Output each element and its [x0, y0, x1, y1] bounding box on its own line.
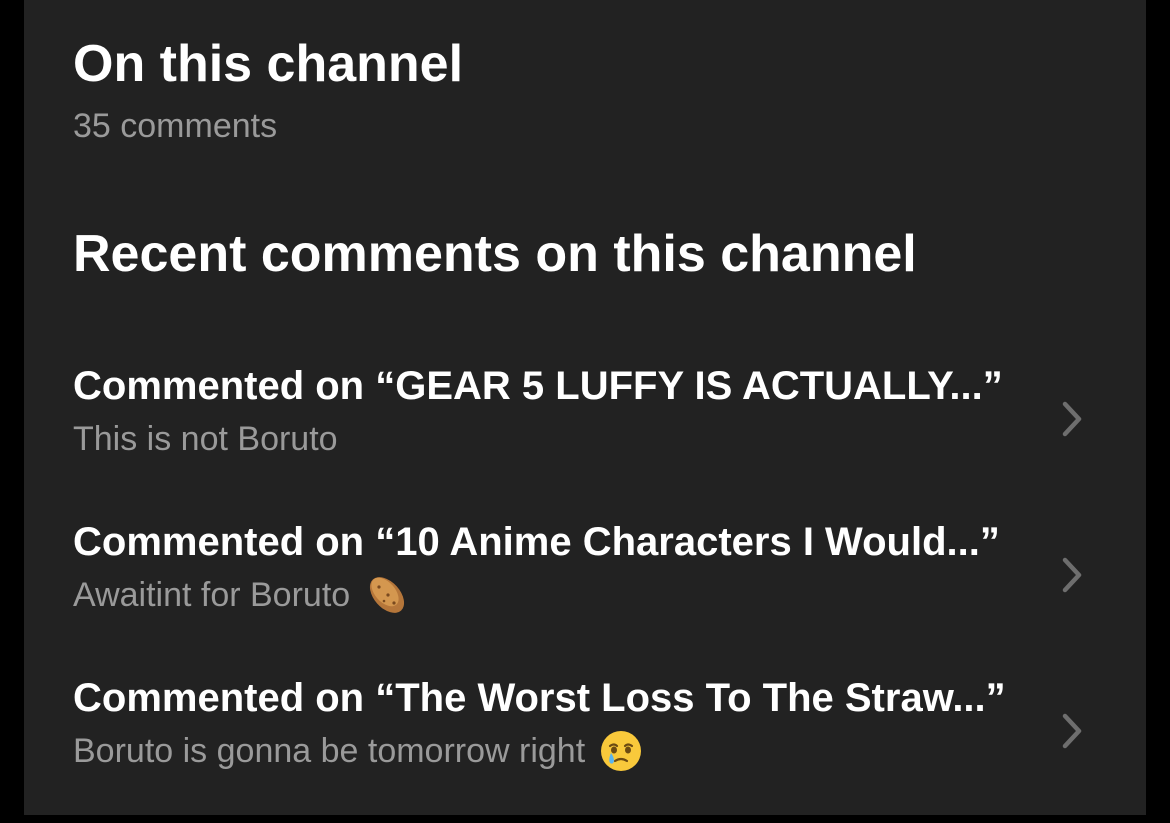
page-title: On this channel — [73, 35, 464, 93]
comment-heading: Commented on “The Worst Loss To The Stra… — [73, 676, 1006, 720]
comment-count: 35 comments — [73, 107, 278, 145]
comment-heading: Commented on “10 Anime Characters I Woul… — [73, 520, 1000, 564]
chevron-right-icon — [1062, 557, 1082, 593]
comment-text: This is not Boruto — [73, 420, 338, 458]
face-holding-back-tears-icon — [601, 731, 642, 771]
comment-row[interactable]: Commented on “10 Anime Characters I Woul… — [24, 517, 1146, 667]
comment-row[interactable]: Commented on “GEAR 5 LUFFY IS ACTUALLY..… — [24, 361, 1146, 511]
comment-text-wrap: Boruto is gonna be tomorrow right — [73, 729, 643, 773]
comment-heading: Commented on “GEAR 5 LUFFY IS ACTUALLY..… — [73, 364, 1003, 408]
comment-row[interactable]: Commented on “The Worst Loss To The Stra… — [24, 673, 1146, 823]
potato-icon — [370, 577, 405, 613]
channel-comments-panel: On this channel 35 comments Recent comme… — [24, 0, 1146, 815]
chevron-right-icon — [1062, 713, 1082, 749]
comment-text-wrap: Awaitint for Boruto — [73, 573, 410, 617]
comment-text-wrap: This is not Boruto — [73, 417, 338, 461]
comment-text: Boruto is gonna be tomorrow right — [73, 732, 586, 770]
recent-comments-title: Recent comments on this channel — [73, 225, 917, 283]
comment-text: Awaitint for Boruto — [73, 576, 351, 614]
chevron-right-icon — [1062, 401, 1082, 437]
